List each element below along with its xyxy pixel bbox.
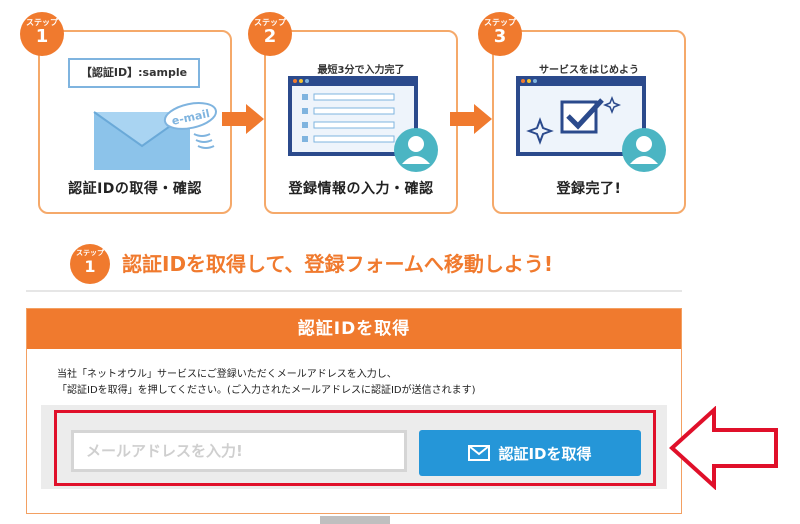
panel-title: 認証IDを取得 (27, 309, 681, 349)
description-line-1: 当社「ネットオウル」サービスにご登録いただくメールアドレスを入力し、 (57, 369, 397, 380)
form-screen-illustration (288, 76, 438, 172)
get-auth-id-button[interactable]: 認証IDを取得 (419, 430, 641, 476)
step-badge-label: ステップ (76, 249, 104, 257)
step-badge-label: ステップ (26, 18, 58, 27)
step-note-3: サービスをはじめよう (539, 65, 639, 76)
step-card-2: 最短3分で入力完了 登録情報の入力・確認 (264, 30, 458, 214)
step-note-2: 最短3分で入力完了 (317, 65, 405, 76)
section-heading: ステップ 1 認証IDを取得して、登録フォームへ移動しよう! (70, 244, 670, 284)
step-card-1: 【認証ID】:sample e-mail 認証IDの取得・確認 (38, 30, 232, 214)
button-label: 認証IDを取得 (498, 444, 592, 463)
step-caption-3: 登録完了! (556, 181, 622, 197)
step-badge-number: 1 (84, 257, 96, 276)
envelope-illustration: e-mail (93, 102, 217, 170)
auth-id-sample-box: 【認証ID】:sample (68, 58, 200, 88)
complete-screen-illustration (516, 76, 666, 172)
panel-description: 当社「ネットオウル」サービスにご登録いただくメールアドレスを入力し、 「認証ID… (57, 367, 476, 399)
step-caption-1: 認証IDの取得・確認 (68, 181, 202, 197)
arrow-left-icon (669, 406, 778, 490)
step-badge-2: ステップ 2 (248, 12, 292, 56)
step-badge-number: 3 (493, 26, 507, 47)
heading-step-badge: ステップ 1 (70, 244, 110, 284)
bottom-tab (320, 516, 390, 524)
arrow-right-icon (222, 104, 264, 134)
divider (26, 290, 682, 292)
auth-id-panel: 認証IDを取得 当社「ネットオウル」サービスにご登録いただくメールアドレスを入力… (26, 308, 682, 514)
mail-icon (468, 445, 491, 461)
step-badge-3: ステップ 3 (478, 12, 522, 56)
step-badge-number: 2 (263, 26, 277, 47)
heading-text: 認証IDを取得して、登録フォームへ移動しよう! (122, 252, 553, 276)
step-card-3: サービスをはじめよう 登録完了! (492, 30, 686, 214)
step-badge-label: ステップ (254, 18, 286, 27)
step-caption-2: 登録情報の入力・確認 (288, 181, 434, 197)
step-badge-1: ステップ 1 (20, 12, 64, 56)
email-input[interactable] (71, 430, 407, 472)
description-line-2: 「認証IDを取得」を押してください。(ご入力されたメールアドレスに認証IDが送信… (57, 385, 476, 396)
step-badge-label: ステップ (484, 18, 516, 27)
step-badge-number: 1 (35, 26, 49, 47)
arrow-right-icon (450, 104, 492, 134)
